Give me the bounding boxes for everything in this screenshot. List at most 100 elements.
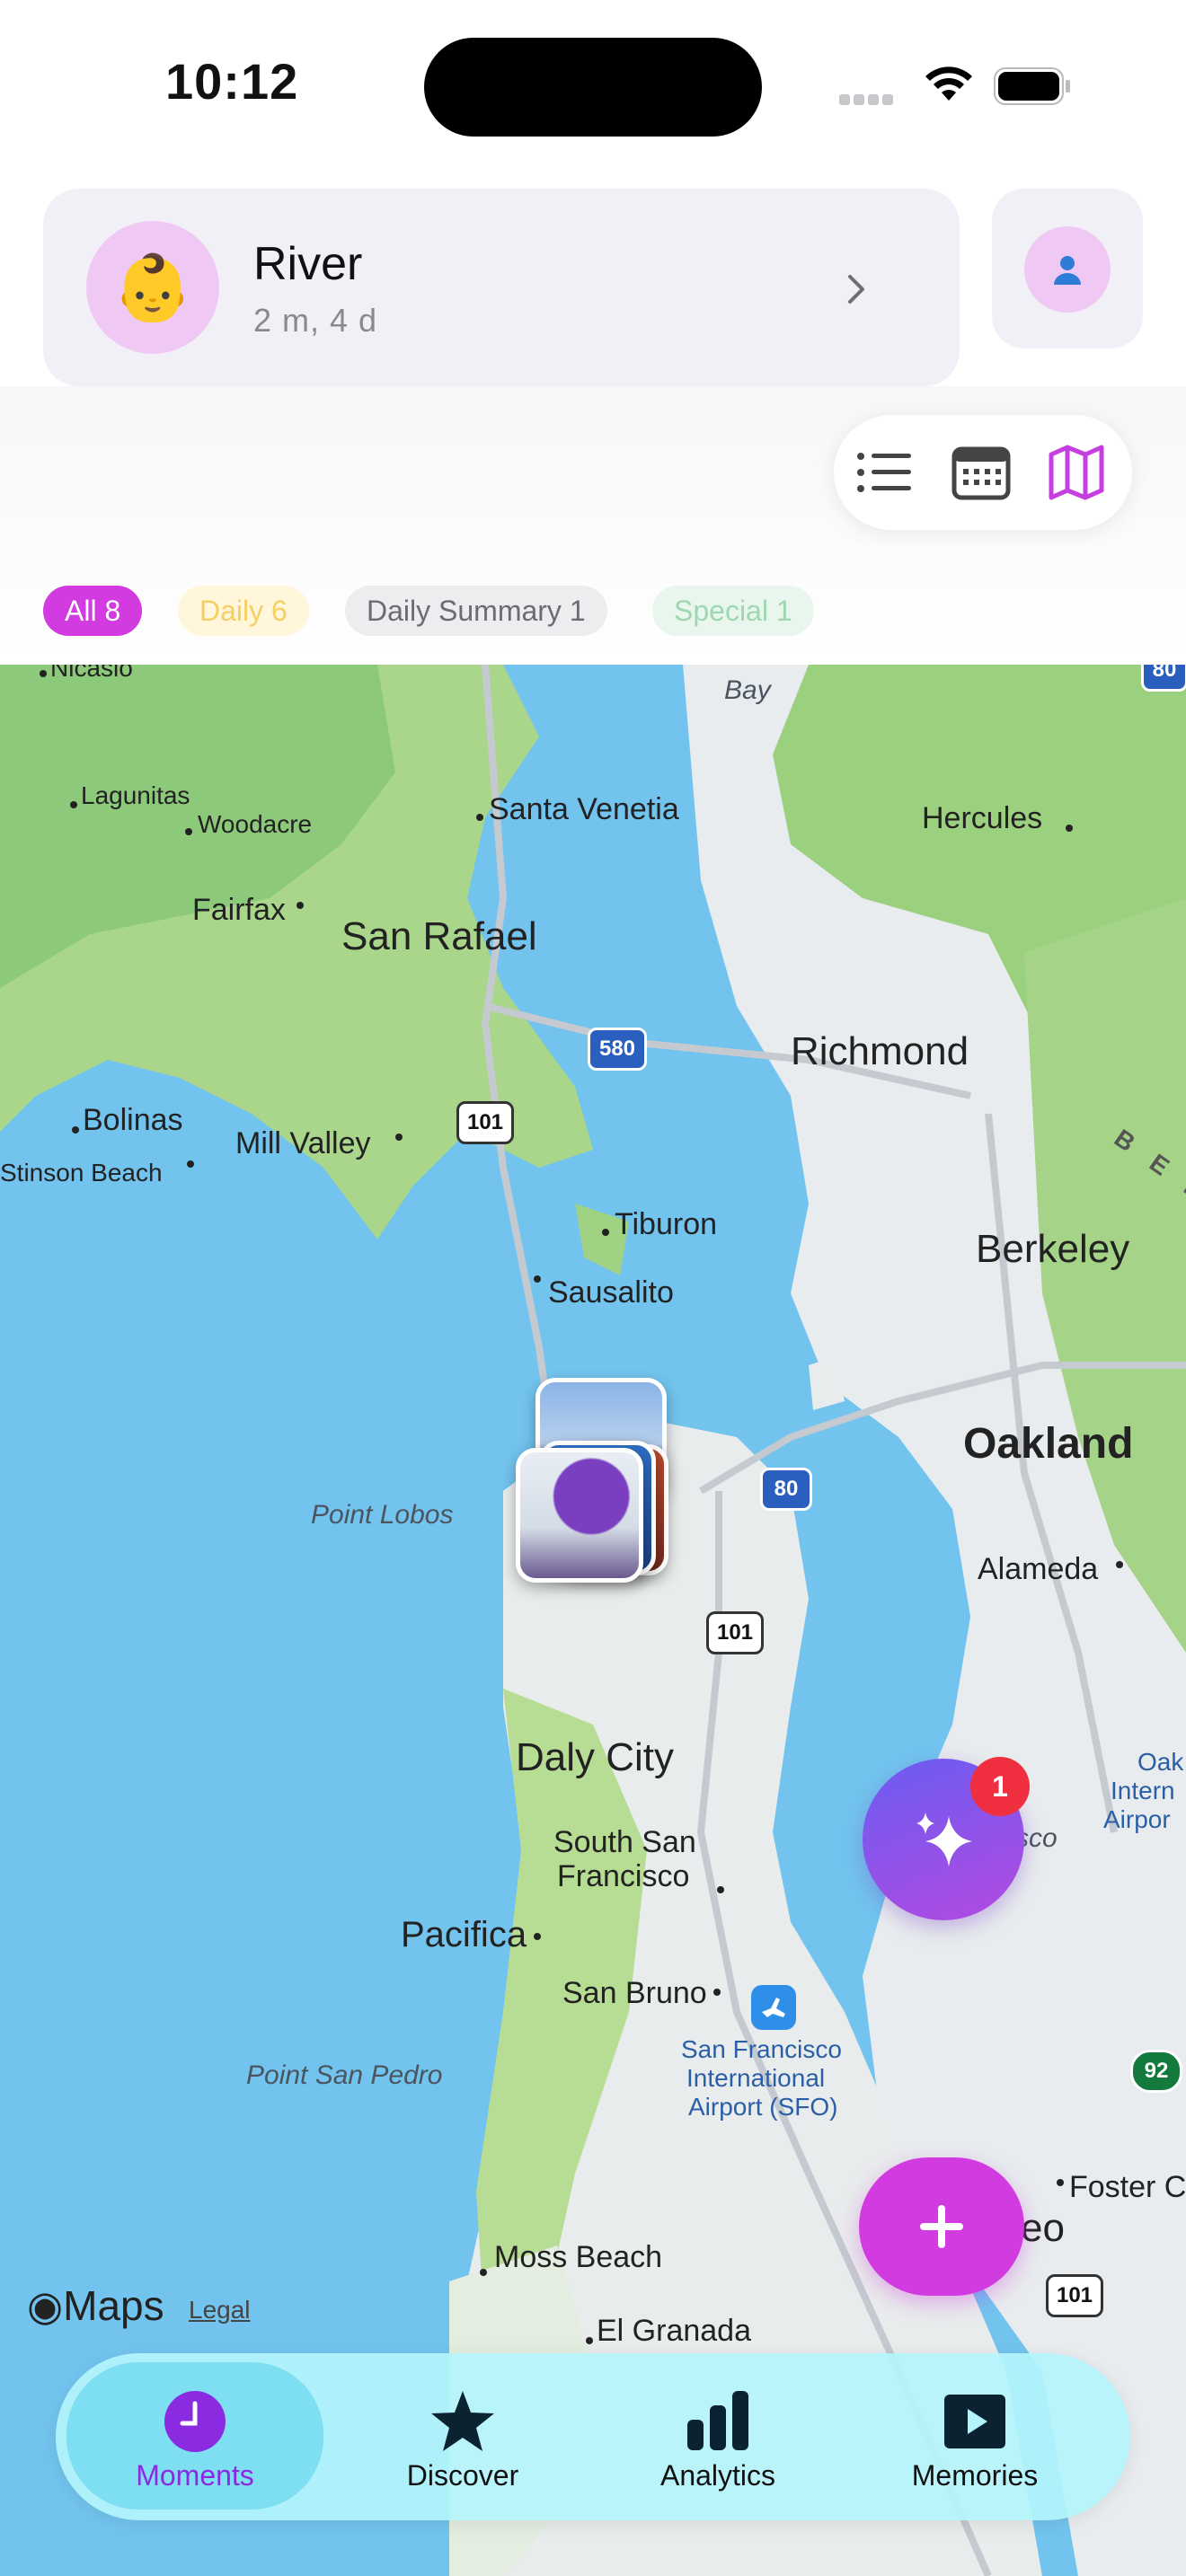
clock-icon [164,2391,226,2452]
map-icon[interactable] [1046,444,1107,501]
photo-cluster-pin[interactable] [503,1378,683,1593]
play-icon [944,2395,1005,2448]
label-fairfax: Fairfax [192,893,286,927]
status-bar: 10:12 [0,0,1186,171]
tab-moments[interactable]: Moments [66,2362,323,2510]
shield-us101-a: 101 [456,1101,514,1144]
baby-emoji: 👶 [112,251,193,324]
baby-age: 2 m, 4 d [253,302,378,339]
star-icon [431,2391,494,2451]
maps-logo-text: Maps [63,2282,164,2329]
filter-chip-daily-summary[interactable]: Daily Summary 1 [345,586,607,636]
label-berkeley: Berkeley [976,1227,1130,1271]
alameda-dot [1116,1561,1123,1568]
filter-chip-all[interactable]: All 8 [43,586,143,636]
bolinas-dot [72,1126,79,1134]
label-nicasio: Nicasio [50,665,133,682]
account-button[interactable] [992,189,1143,348]
tab-moments-label: Moments [136,2459,254,2492]
filter-chip-special[interactable]: Special 1 [652,586,814,636]
label-south-sf-2: Francisco [557,1859,690,1893]
shield-us101-b: 101 [706,1611,764,1654]
photo-thumbnail-flowers [516,1448,643,1583]
baby-profile-card[interactable]: 👶 River 2 m, 4 d [43,189,960,386]
filter-chip-daily[interactable]: Daily 6 [178,586,309,636]
label-sfo-1: San Francisco [681,2035,842,2063]
shield-us101-c: 101 [1046,2274,1103,2317]
woodacre-dot [185,828,192,835]
legal-link[interactable]: Legal [189,2296,251,2325]
person-icon [1024,226,1111,313]
tab-discover-label: Discover [406,2459,519,2492]
label-oak-airport-2: Intern [1111,1777,1175,1804]
chevron-right-icon [848,275,864,304]
label-san-mateo-partial: eo [1021,2206,1065,2250]
label-oak-airport-1: Oak [1137,1748,1184,1776]
tab-memories[interactable]: Memories [846,2353,1103,2520]
plus-icon [920,2205,963,2248]
label-woodacre: Woodacre [198,810,313,838]
label-point-lobos: Point Lobos [311,1500,454,1530]
calendar-icon[interactable] [951,444,1012,501]
south-sf-dot [717,1886,724,1893]
fairfax-dot [296,902,304,909]
label-pacifica: Pacifica [401,1915,527,1954]
dynamic-island [424,38,762,137]
map-view[interactable]: Nicasio Bay Lagunitas Santa Venetia Herc… [0,665,1186,2576]
tab-bar: Moments Discover Analytics Memories [56,2353,1130,2520]
el-granada-dot [586,2337,593,2344]
tiburon-dot [602,1229,609,1236]
tab-discover[interactable]: Discover [334,2353,591,2520]
santa-venetia-dot [476,814,483,821]
san-bruno-dot [713,1989,721,1996]
tab-analytics[interactable]: Analytics [589,2353,846,2520]
label-stinson-beach: Stinson Beach [0,1159,163,1187]
label-el-granada: El Granada [597,2314,751,2348]
baby-name: River [253,238,363,290]
tab-analytics-label: Analytics [659,2459,776,2492]
label-san-bruno: San Bruno [562,1976,707,2010]
cellular-signal-icon [839,93,902,106]
label-sausalito: Sausalito [548,1275,674,1310]
apple-maps-logo: ◉Maps [27,2281,164,2330]
status-time: 10:12 [165,53,299,110]
label-sfo-2: International [686,2064,826,2092]
notification-badge: 1 [970,1757,1030,1816]
sausalito-dot [534,1275,541,1283]
shield-i80: 80 [760,1468,812,1511]
label-moss-beach: Moss Beach [494,2240,663,2274]
add-moment-button[interactable] [859,2157,1024,2296]
label-oakland: Oakland [963,1420,1134,1468]
label-lagunitas: Lagunitas [81,781,190,809]
label-alameda: Alameda [978,1552,1099,1586]
map-terrain [0,665,1186,2576]
battery-icon [994,67,1070,105]
pacifica-dot [534,1933,541,1940]
baby-avatar: 👶 [86,221,219,354]
shield-i580: 580 [588,1028,647,1071]
foster-city-dot [1057,2179,1064,2186]
label-tiburon: Tiburon [615,1207,718,1241]
label-richmond: Richmond [791,1029,969,1073]
wifi-icon [925,66,972,101]
label-oak-airport-3: Airpor [1103,1805,1171,1833]
tab-memories-label: Memories [911,2459,1039,2492]
label-south-sf-1: South San [553,1825,696,1859]
label-sfo-3: Airport (SFO) [688,2093,838,2121]
list-icon[interactable] [854,444,915,501]
hercules-dot [1066,825,1073,832]
lagunitas-dot [70,801,77,808]
sparkles-icon [916,1813,972,1866]
label-san-rafael: San Rafael [341,914,537,958]
bar-chart-icon [687,2391,748,2450]
shield-ca92: 92 [1130,2050,1182,2093]
label-bolinas: Bolinas [83,1103,183,1137]
nicasio-dot [40,670,47,677]
shield-i80-top: 80 [1141,665,1186,692]
moss-beach-dot [480,2269,487,2276]
stinson-beach-dot [187,1160,194,1168]
mill-valley-dot [395,1134,403,1141]
view-mode-toggle[interactable] [834,415,1132,530]
label-point-san-pedro: Point San Pedro [246,2060,443,2090]
label-foster-city: Foster C [1069,2170,1186,2204]
